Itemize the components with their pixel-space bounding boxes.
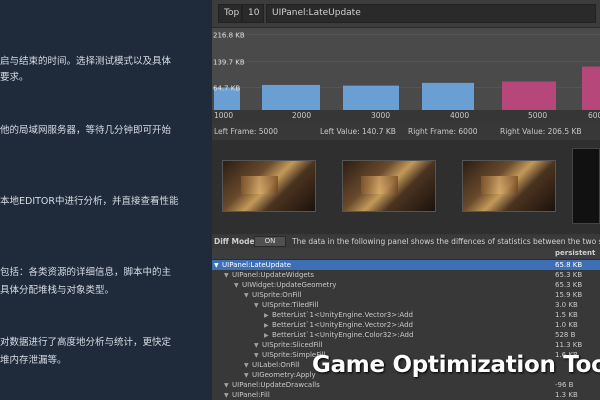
top-label: Top <box>218 4 242 23</box>
selected-function-field[interactable]: UIPanel:LateUpdate <box>266 4 596 23</box>
tree-row-value: 65.3 KB <box>555 281 583 289</box>
tree-row-label: UIPanel:Fill <box>232 391 270 399</box>
documentation-panel: 启与结束的时间。选择测试模式以及具体 要求。 他的局域网服务器，等待几分钟即可开… <box>0 0 212 400</box>
frame-thumbnail[interactable] <box>572 148 600 224</box>
x-tick-label: 1000 <box>214 111 234 120</box>
chart-bar[interactable] <box>262 84 320 110</box>
doc-text-line: 他的局域网服务器，等待几分钟即可开始 <box>0 125 172 136</box>
chart-canvas[interactable]: 216.8 KB 139.7 KB 64.7 KB <box>212 28 600 110</box>
frame-thumbnail[interactable] <box>222 160 316 212</box>
expand-triangle-icon[interactable]: ▼ <box>224 391 232 400</box>
persistent-column-header[interactable]: persistent <box>555 249 595 257</box>
diff-mode-bar: Diff Mode ON The data in the following p… <box>212 236 600 248</box>
tree-row[interactable]: ▶ BetterList`1<UnityEngine.Vector3>:Add 1.… <box>212 310 600 320</box>
right-value-label: Right Value: 206.5 KB <box>500 127 582 136</box>
tree-row[interactable]: ▼ UIWidget:UpdateGeometry 65.3 KB <box>212 280 600 290</box>
tree-row-label: UIPanel:UpdateWidgets <box>232 271 315 279</box>
tree-row-label: BetterList`1<UnityEngine.Color32>:Add <box>272 331 414 339</box>
x-tick-label: 2000 <box>292 111 312 120</box>
tree-row-label: UISprite:TiledFill <box>262 301 319 309</box>
frame-info-bar: Left Frame: 5000 Left Value: 140.7 KB Ri… <box>212 126 600 138</box>
y-tick-label: 64.7 KB <box>213 84 240 92</box>
doc-text-line: 具体分配堆栈与对象类型。 <box>0 285 115 296</box>
frame-thumbnail[interactable] <box>342 160 436 212</box>
y-tick-label: 216.8 KB <box>213 32 245 40</box>
tree-row[interactable]: ▶ BetterList`1<UnityEngine.Vector2>:Add 1.… <box>212 320 600 330</box>
tree-row[interactable]: ▼ UIPanel:Fill 1.3 KB <box>212 390 600 400</box>
profiler-window: Top 10 UIPanel:LateUpdate 216.8 KB 139.7 … <box>212 0 600 400</box>
left-value-label: Left Value: 140.7 KB <box>320 127 396 136</box>
frame-thumbnail[interactable] <box>462 160 556 212</box>
x-tick-label: 5000 <box>528 111 548 120</box>
tree-row-label: UIGeometry:Apply <box>252 371 316 379</box>
doc-text-line: 包括：各类资源的详细信息，脚本中的主 <box>0 267 172 278</box>
frame-thumbnails <box>212 140 600 234</box>
left-frame-label: Left Frame: 5000 <box>214 127 278 136</box>
tree-row[interactable]: ▶ BetterList`1<UnityEngine.Color32>:Add 52… <box>212 330 600 340</box>
memory-bar-chart[interactable]: 216.8 KB 139.7 KB 64.7 KB <box>212 28 600 120</box>
tree-row[interactable]: ▼ UISprite:OnFill 15.9 KB <box>212 290 600 300</box>
doc-text-line: 启与结束的时间。选择测试模式以及具体 <box>0 56 172 67</box>
x-tick-label: 6000 <box>588 111 600 120</box>
tree-row-value: 1.5 KB <box>555 311 578 319</box>
profiler-toolbar: Top 10 UIPanel:LateUpdate <box>212 0 600 28</box>
tree-row-value: 528 B <box>555 331 576 339</box>
top-count-field[interactable]: 10 <box>242 4 264 23</box>
overlay-title: Game Optimization Too <box>312 352 600 378</box>
tree-row-label: UIPanel:UpdateDrawcalls <box>232 381 320 389</box>
tree-row-label: UISprite:OnFill <box>252 291 302 299</box>
tree-row[interactable]: ▼ UISprite:TiledFill 3.0 KB <box>212 300 600 310</box>
chart-bar[interactable] <box>582 66 600 110</box>
tree-row[interactable]: ▼ UIPanel:UpdateWidgets 65.3 KB <box>212 270 600 280</box>
tree-row-value: 15.9 KB <box>555 291 583 299</box>
y-tick-label: 139.7 KB <box>213 58 245 66</box>
x-tick-label: 3000 <box>371 111 391 120</box>
tree-row-label: UIWidget:UpdateGeometry <box>242 281 337 289</box>
chart-bar[interactable] <box>343 85 399 110</box>
x-tick-label: 4000 <box>450 111 470 120</box>
doc-text-line: 本地EDITOR中进行分析，并直接查看性能 <box>0 196 179 207</box>
diff-mode-label: Diff Mode <box>214 237 255 246</box>
doc-text-line: 对数据进行了高度地分析与统计，更快定 <box>0 337 172 348</box>
tree-row-value: 65.8 KB <box>555 261 583 269</box>
tree-row-label: BetterList`1<UnityEngine.Vector2>:Add <box>272 321 413 329</box>
tree-row-value: 1.3 KB <box>555 391 578 399</box>
diff-mode-toggle[interactable]: ON <box>254 236 286 247</box>
diff-description: The data in the following panel shows th… <box>292 237 600 246</box>
chart-bar[interactable] <box>502 81 556 110</box>
chart-x-axis: 1000 2000 3000 4000 5000 6000 <box>212 110 600 124</box>
tree-row-value: 11.3 KB <box>555 341 583 349</box>
tree-row-label: UILabel:OnFill <box>252 361 300 369</box>
tree-row-value: -96 B <box>555 381 574 389</box>
chart-bar[interactable] <box>422 82 474 110</box>
tree-row[interactable]: ▼ UIPanel:LateUpdate 65.8 KB <box>212 260 600 270</box>
tree-row-value: 65.3 KB <box>555 271 583 279</box>
tree-header: persistent <box>212 248 600 260</box>
doc-text-line: 堆内存泄漏等。 <box>0 355 67 366</box>
tree-row-label: BetterList`1<UnityEngine.Vector3>:Add <box>272 311 413 319</box>
tree-row-value: 1.0 KB <box>555 321 578 329</box>
tree-row[interactable]: ▼ UIPanel:UpdateDrawcalls -96 B <box>212 380 600 390</box>
tree-row-label: UIPanel:LateUpdate <box>222 261 292 269</box>
right-frame-label: Right Frame: 6000 <box>408 127 478 136</box>
doc-text-line: 要求。 <box>0 72 29 83</box>
tree-row-label: UISprite:SlicedFill <box>262 341 323 349</box>
call-tree: ▼ UIPanel:LateUpdate 65.8 KB ▼ UIPanel:Updat… <box>212 260 600 400</box>
tree-row[interactable]: ▼ UISprite:SlicedFill 11.3 KB <box>212 340 600 350</box>
tree-row-value: 3.0 KB <box>555 301 578 309</box>
